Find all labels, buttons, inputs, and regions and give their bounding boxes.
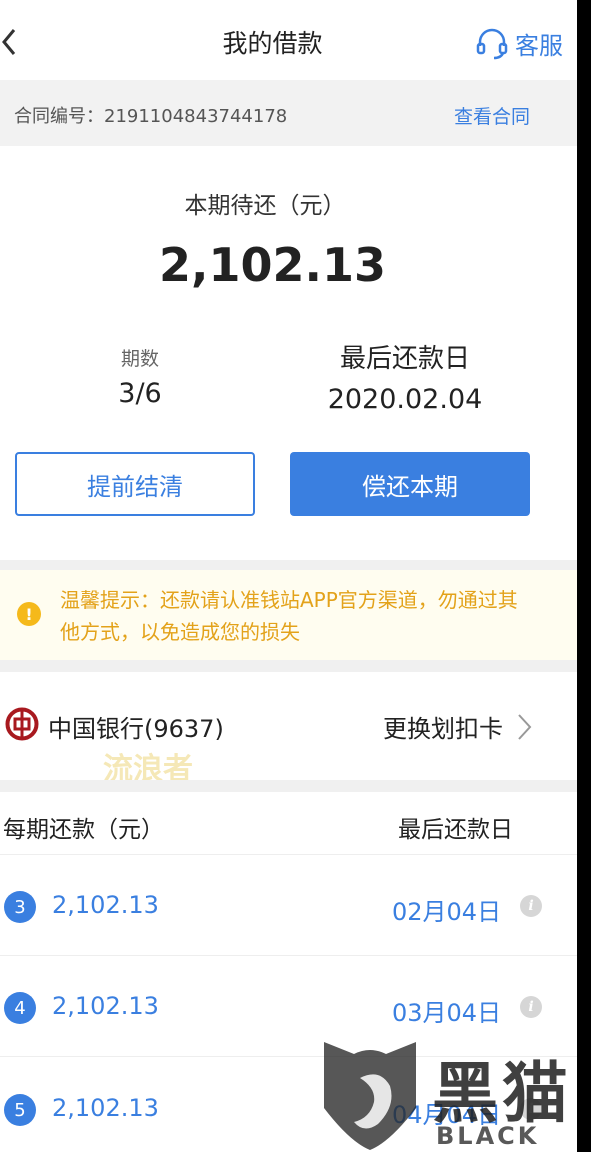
customer-service-button[interactable]: 客服 xyxy=(475,26,563,61)
page-title: 我的借款 xyxy=(222,29,323,58)
customer-service-label: 客服 xyxy=(515,32,563,60)
chevron-right-icon xyxy=(518,714,532,740)
periods-label: 期数 xyxy=(120,348,159,370)
schedule-amount-header: 每期还款（元） xyxy=(3,817,164,843)
contract-bar: 合同编号：2191104843744178 查看合同 xyxy=(0,80,577,146)
change-card-label[interactable]: 更换划扣卡 xyxy=(383,709,503,744)
divider xyxy=(0,780,577,792)
headset-icon xyxy=(476,28,508,59)
loan-detail-page: 我的借款 客服 合同编号：2191104843744178 查看合同 本期待还（… xyxy=(0,0,577,1152)
warning-icon: ! xyxy=(17,602,41,626)
installment-number-badge: 3 xyxy=(4,891,36,923)
view-contract-link[interactable]: 查看合同 xyxy=(454,102,530,129)
repayment-summary: 本期待还（元） 2,102.13 期数 3/6 最后还款日 2020.02.04… xyxy=(0,146,577,560)
last-repayment-date-label: 最后还款日 xyxy=(339,344,470,374)
installment-due-date: 02月04日 xyxy=(392,898,502,926)
installment-amount: 2,102.13 xyxy=(52,891,159,919)
top-bar: 我的借款 客服 xyxy=(0,0,577,80)
warning-notice: ! 温馨提示：还款请认准钱站APP官方渠道，勿通过其他方式，以免造成您的损失 xyxy=(0,570,577,660)
installment-number-badge: 5 xyxy=(4,1094,36,1126)
installment-due-date: 03月04日 xyxy=(392,999,502,1027)
last-repayment-date-value: 2020.02.04 xyxy=(327,384,483,415)
early-settle-button[interactable]: 提前结清 xyxy=(15,452,255,516)
info-icon[interactable]: i xyxy=(520,895,542,917)
bank-card-name: 中国银行(9637) xyxy=(48,715,224,743)
due-amount-value: 2,102.13 xyxy=(159,238,386,292)
schedule-header: 每期还款（元） 最后还款日 xyxy=(0,792,577,855)
schedule-date-header: 最后还款日 xyxy=(398,817,513,843)
repay-current-button[interactable]: 偿还本期 xyxy=(290,452,530,516)
warning-text: 温馨提示：还款请认准钱站APP官方渠道，勿通过其他方式，以免造成您的损失 xyxy=(60,588,518,644)
installment-amount: 2,102.13 xyxy=(52,992,159,1020)
cat-shield-logo-icon xyxy=(324,1042,416,1150)
periods-value: 3/6 xyxy=(118,378,162,409)
contract-number: 合同编号：2191104843744178 xyxy=(14,106,288,127)
installment-amount: 2,102.13 xyxy=(52,1094,159,1122)
installment-number-badge: 4 xyxy=(4,992,36,1024)
info-icon[interactable]: i xyxy=(520,996,542,1018)
blackcat-watermark: 黑猫 BLACK CAT xyxy=(320,1038,577,1152)
divider xyxy=(0,660,577,672)
due-amount-label: 本期待还（元） xyxy=(184,193,346,219)
bank-of-china-logo-icon xyxy=(5,707,39,741)
watermark-brand-en: BLACK CAT xyxy=(436,1122,540,1152)
debit-card-row[interactable]: 中国银行(9637) 更换划扣卡 流浪者 xyxy=(0,672,577,787)
divider xyxy=(0,560,577,570)
screen-edge xyxy=(577,0,591,1152)
schedule-row: 3 2,102.13 02月04日 i xyxy=(0,855,577,956)
